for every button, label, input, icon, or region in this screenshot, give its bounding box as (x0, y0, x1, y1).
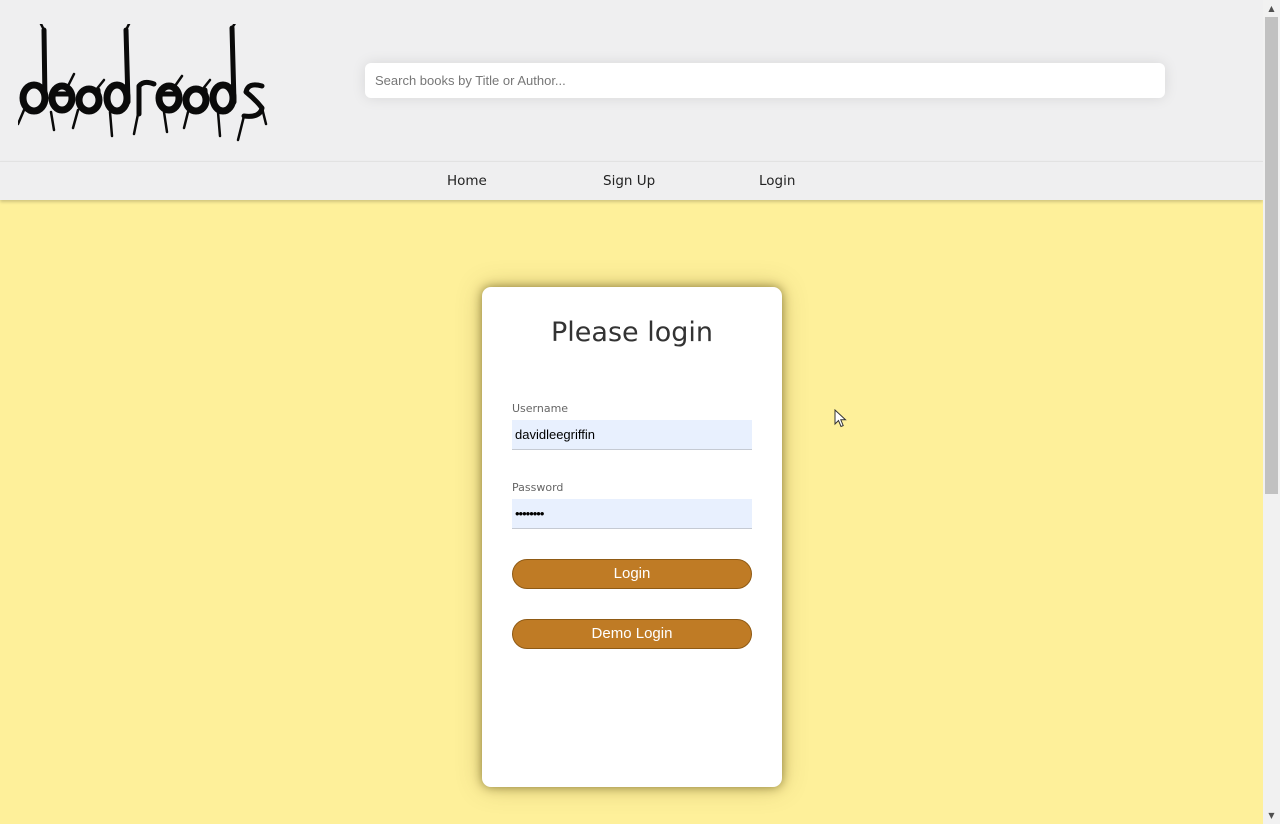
deadreads-logo[interactable] (18, 24, 268, 142)
mouse-pointer-icon (834, 408, 848, 429)
main-nav: Home Sign Up Login (0, 161, 1263, 200)
arrow-down-icon[interactable]: ▼ (1263, 807, 1280, 824)
demo-login-button[interactable]: Demo Login (512, 619, 752, 649)
search-input[interactable] (365, 63, 1165, 98)
nav-home-link[interactable]: Home (447, 173, 487, 189)
login-title: Please login (551, 317, 713, 348)
scrollbar-thumb[interactable] (1265, 17, 1278, 494)
username-label: Username (512, 402, 569, 415)
password-field[interactable] (512, 499, 752, 529)
site-header (0, 0, 1263, 161)
login-card: Please login Username Password Login Dem… (482, 287, 782, 787)
nav-login-link[interactable]: Login (759, 173, 795, 189)
password-label: Password (512, 481, 564, 494)
username-field[interactable] (512, 420, 752, 450)
arrow-up-icon[interactable]: ▲ (1263, 0, 1280, 17)
nav-signup-link[interactable]: Sign Up (603, 173, 655, 189)
login-button[interactable]: Login (512, 559, 752, 589)
page-scrollbar[interactable]: ▲ ▼ (1263, 0, 1280, 824)
